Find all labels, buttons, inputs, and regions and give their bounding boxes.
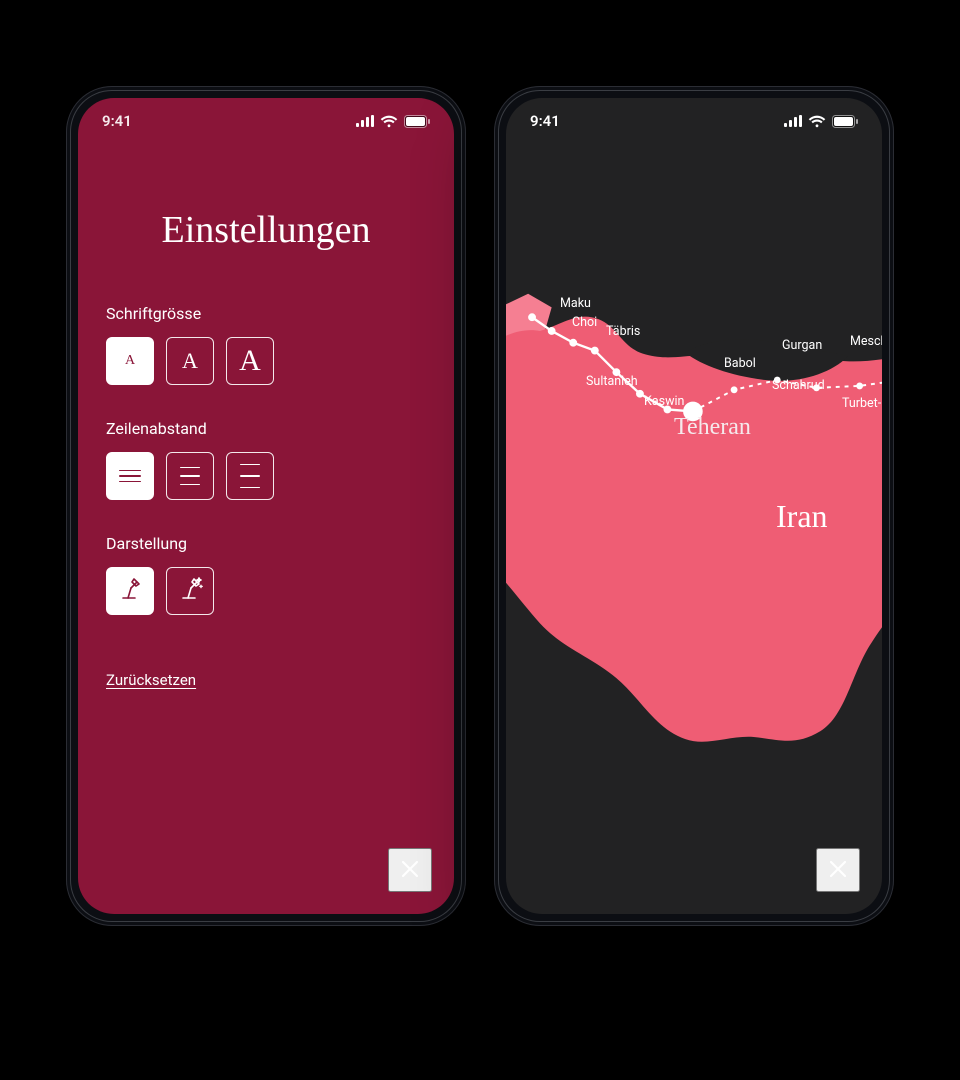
city-choi: Choi: [572, 315, 597, 330]
city-mesch: Mesch: [850, 334, 882, 349]
close-icon: [827, 858, 849, 883]
phone-settings: 9:41 Einstellungen Schriftgrösse A A: [66, 86, 466, 926]
section-appearance-label: Darstellung: [106, 534, 426, 553]
close-button[interactable]: [388, 848, 432, 892]
font-size-large-button[interactable]: A: [226, 337, 274, 385]
phone-map: 9:41: [494, 86, 894, 926]
battery-icon: [404, 115, 430, 128]
appearance-light-button[interactable]: [106, 567, 154, 615]
font-size-medium-button[interactable]: A: [166, 337, 214, 385]
city-gurgan: Gurgan: [782, 338, 822, 353]
cellular-icon: [356, 115, 374, 127]
map-view[interactable]: Maku Choi Täbris Sultanieh Kaswin Tehera…: [506, 98, 882, 914]
line-spacing-options: [106, 452, 426, 500]
page-title: Einstellungen: [106, 208, 426, 252]
lamp-light-icon: [117, 576, 143, 606]
city-maku: Maku: [560, 296, 591, 311]
country-label: Iran: [776, 498, 828, 535]
appearance-dark-button[interactable]: [166, 567, 214, 615]
close-button[interactable]: [816, 848, 860, 892]
status-time: 9:41: [102, 112, 132, 130]
line-spacing-wide-icon: [233, 454, 267, 498]
status-bar: 9:41: [78, 98, 454, 144]
section-line-spacing-label: Zeilenabstand: [106, 419, 426, 438]
line-spacing-medium-icon: [173, 454, 207, 498]
line-spacing-tight-icon: [113, 454, 147, 498]
city-tabris: Täbris: [606, 324, 640, 339]
city-teheran: Teheran: [674, 414, 751, 441]
line-spacing-wide-button[interactable]: [226, 452, 274, 500]
status-icons: [356, 115, 430, 128]
line-spacing-medium-button[interactable]: [166, 452, 214, 500]
font-size-options: A A A: [106, 337, 426, 385]
line-spacing-tight-button[interactable]: [106, 452, 154, 500]
city-kaswin: Kaswin: [644, 394, 684, 409]
font-size-small-button[interactable]: A: [106, 337, 154, 385]
lamp-dark-icon: [177, 576, 203, 606]
wifi-icon: [380, 115, 398, 128]
section-font-size-label: Schriftgrösse: [106, 304, 426, 323]
close-icon: [399, 858, 421, 883]
city-sultanieh: Sultanieh: [586, 374, 638, 389]
reset-link[interactable]: Zurücksetzen: [106, 671, 196, 689]
city-turbet: Turbet-: [842, 396, 881, 411]
city-babol: Babol: [724, 356, 756, 371]
appearance-options: [106, 567, 426, 615]
city-schahrud: Schahrud: [772, 378, 825, 393]
